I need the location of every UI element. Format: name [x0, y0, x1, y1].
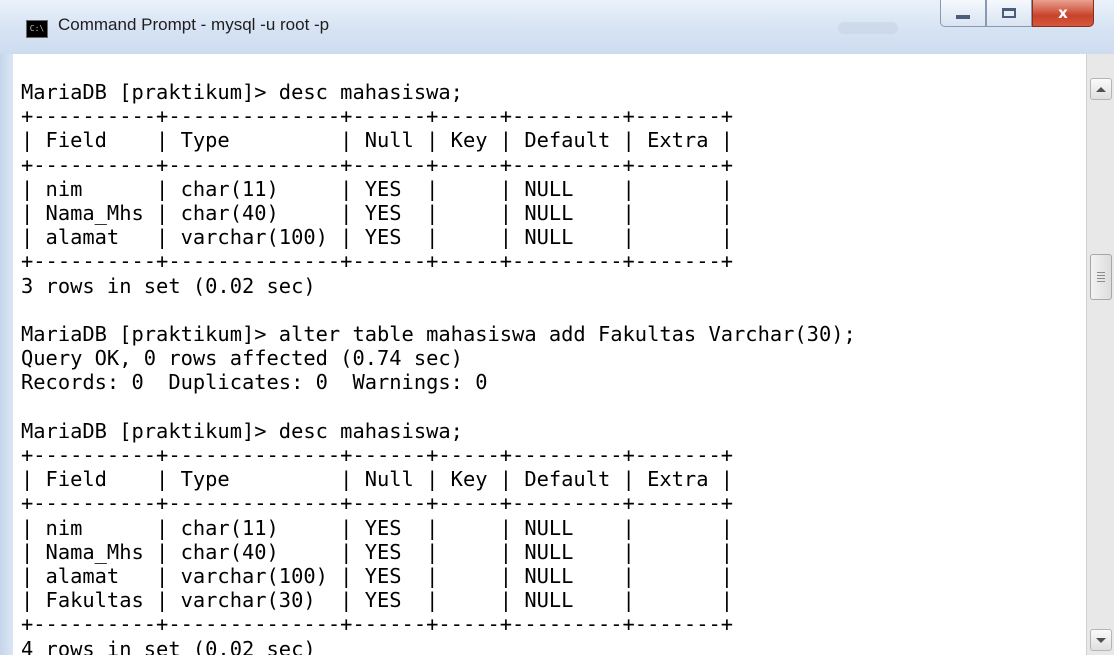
terminal-line: MariaDB [praktikum]> alter table mahasis…: [21, 322, 856, 347]
scroll-down-button[interactable]: [1090, 629, 1112, 651]
terminal-line: | alamat | varchar(100) | YES | | NULL |…: [21, 564, 734, 589]
terminal-line: | alamat | varchar(100) | YES | | NULL |…: [21, 225, 734, 250]
minimize-button[interactable]: [940, 0, 986, 27]
terminal-line: Query OK, 0 rows affected (0.74 sec): [21, 346, 463, 371]
terminal-line: MariaDB [praktikum]> desc mahasiswa;: [21, 80, 463, 104]
arrow-up-icon: [1096, 86, 1106, 92]
vertical-scrollbar[interactable]: [1086, 54, 1114, 655]
terminal-line: +----------+--------------+------+-----+…: [21, 443, 734, 468]
terminal-line: +----------+--------------+------+-----+…: [21, 152, 734, 177]
window-title: Command Prompt - mysql -u root -p: [58, 15, 330, 34]
terminal-line: | Nama_Mhs | char(40) | YES | | NULL | |: [21, 201, 734, 226]
grip-icon: [1097, 272, 1105, 282]
close-button[interactable]: x: [1032, 0, 1094, 27]
terminal-line: | nim | char(11) | YES | | NULL | |: [21, 515, 734, 540]
terminal-line: MariaDB [praktikum]> desc mahasiswa;: [21, 418, 463, 443]
terminal-line: 4 rows in set (0.02 sec): [21, 636, 316, 655]
terminal-line: +----------+--------------+------+-----+…: [21, 612, 734, 637]
maximize-icon: [1002, 8, 1016, 18]
terminal-line: | Field | Type | Null | Key | Default | …: [21, 128, 734, 153]
terminal-line: Records: 0 Duplicates: 0 Warnings: 0: [21, 370, 488, 395]
command-prompt-window: C:\ Command Prompt - mysql -u root -p x …: [0, 0, 1114, 655]
window-controls: x: [940, 0, 1094, 28]
console-area[interactable]: MariaDB [praktikum]> desc mahasiswa; +--…: [13, 54, 1087, 655]
window-left-frame: [0, 54, 13, 655]
scrollbar-thumb[interactable]: [1090, 254, 1112, 300]
maximize-button[interactable]: [986, 0, 1032, 27]
minimize-icon: [956, 15, 970, 19]
terminal-line: +----------+--------------+------+-----+…: [21, 249, 734, 274]
title-bar-blur: [838, 22, 898, 34]
terminal-line: +----------+--------------+------+-----+…: [21, 491, 734, 516]
terminal-output: MariaDB [praktikum]> desc mahasiswa; +--…: [21, 80, 856, 655]
terminal-line: 3 rows in set (0.02 sec): [21, 273, 316, 298]
close-icon: x: [1058, 4, 1068, 22]
terminal-line: | Field | Type | Null | Key | Default | …: [21, 467, 734, 492]
title-bar[interactable]: C:\ Command Prompt - mysql -u root -p x: [0, 0, 1114, 55]
terminal-line: | nim | char(11) | YES | | NULL | |: [21, 176, 734, 201]
scroll-up-button[interactable]: [1090, 78, 1112, 100]
cmd-icon: C:\: [26, 20, 48, 38]
arrow-down-icon: [1096, 637, 1106, 643]
terminal-line: | Fakultas | varchar(30) | YES | | NULL …: [21, 588, 734, 613]
terminal-line: +----------+--------------+------+-----+…: [21, 104, 734, 129]
terminal-line: | Nama_Mhs | char(40) | YES | | NULL | |: [21, 539, 734, 564]
